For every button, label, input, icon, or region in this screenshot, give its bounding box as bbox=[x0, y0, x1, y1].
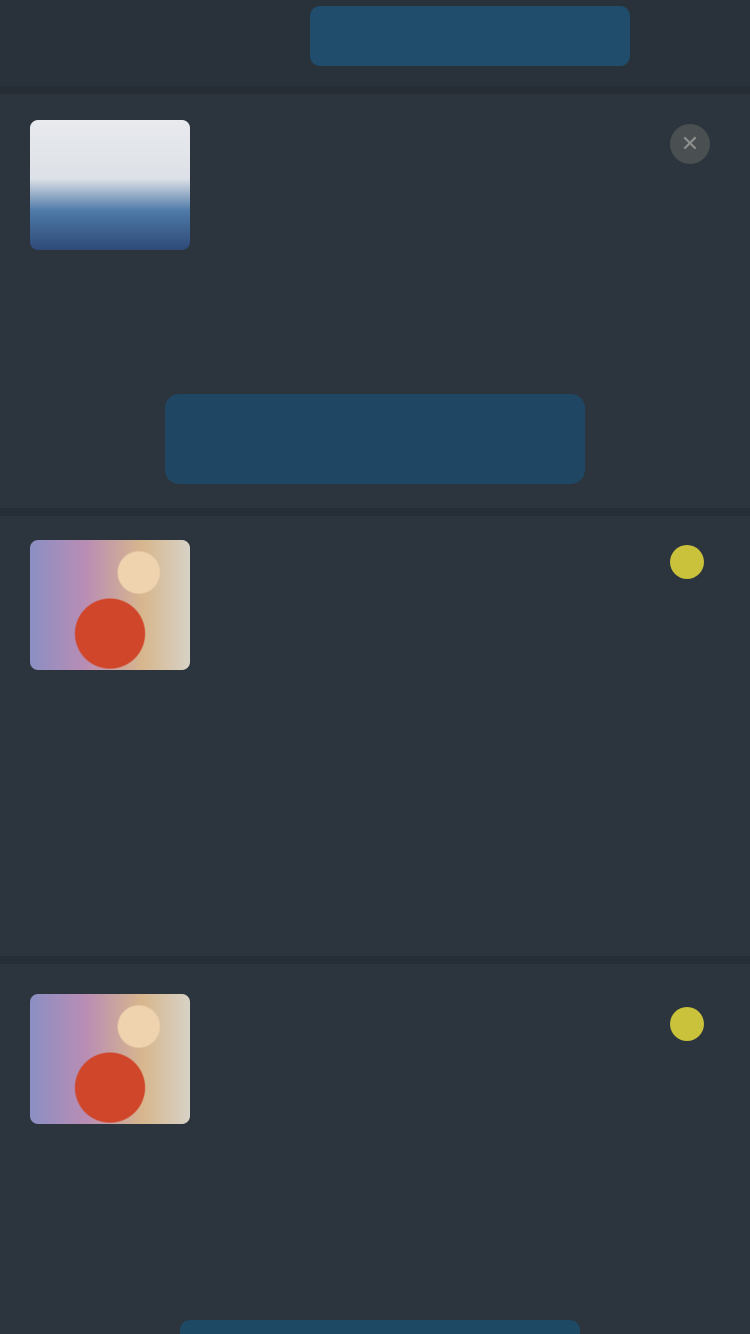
avatar[interactable] bbox=[30, 120, 190, 250]
coin-icon bbox=[670, 1007, 704, 1041]
app-screen: ✕ bbox=[0, 0, 750, 1334]
avatar[interactable] bbox=[30, 994, 190, 1124]
coin-icon bbox=[670, 545, 704, 579]
top-tab-bar bbox=[0, 0, 750, 86]
post-card[interactable] bbox=[0, 516, 750, 956]
divider bbox=[0, 956, 750, 964]
close-icon[interactable]: ✕ bbox=[670, 124, 710, 164]
points-badge bbox=[670, 542, 712, 582]
divider bbox=[0, 508, 750, 516]
avatar[interactable] bbox=[30, 540, 190, 670]
divider bbox=[0, 86, 750, 94]
post-action-button[interactable] bbox=[165, 394, 585, 484]
post-card[interactable]: ✕ bbox=[0, 94, 750, 514]
bottom-action-button[interactable] bbox=[180, 1320, 580, 1334]
points-badge bbox=[670, 1004, 712, 1044]
post-card[interactable] bbox=[0, 964, 750, 1334]
tab-left[interactable] bbox=[130, 6, 280, 66]
tab-right-active[interactable] bbox=[310, 6, 630, 66]
